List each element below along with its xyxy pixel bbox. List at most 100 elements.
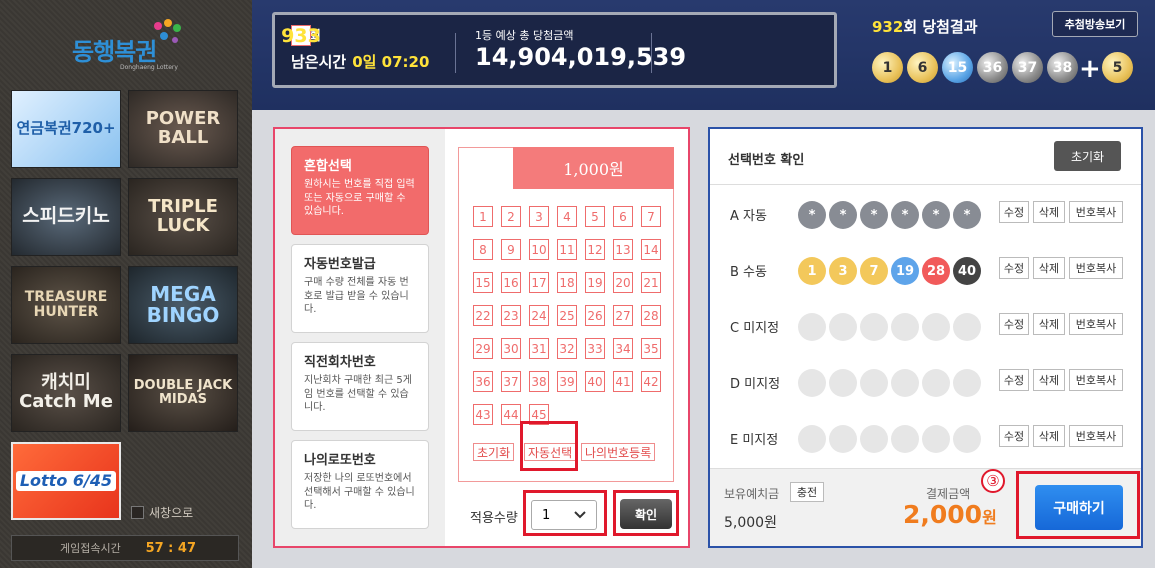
logo-subtext: Donghaeng Lottery [120,64,178,71]
grid-reset-button[interactable]: 초기화 [473,443,515,461]
copy-button[interactable]: 번호복사 [1069,257,1123,279]
number-cell[interactable]: 10 [529,239,549,260]
edit-button[interactable]: 수정 [999,257,1029,279]
number-cell[interactable]: 13 [613,239,633,260]
number-cell[interactable]: 25 [557,305,577,326]
selected-ball: 7 [860,257,888,285]
number-cell[interactable]: 23 [501,305,521,326]
number-cell[interactable]: 30 [501,338,521,359]
mode-desc: 구매 수량 전체를 자동 번호로 발급 받을 수 있습니다. [304,277,409,315]
game-doublejack[interactable]: DOUBLE JACK MIDAS [128,354,238,432]
number-cell[interactable]: 4 [557,206,577,227]
number-cell[interactable]: 19 [585,272,605,293]
number-cell[interactable]: 22 [473,305,493,326]
number-cell[interactable]: 36 [473,371,493,392]
number-cell[interactable]: 43 [473,404,493,425]
register-my-number-button[interactable]: 나의번호등록 [581,443,656,461]
number-cell[interactable]: 7 [641,206,661,227]
copy-button[interactable]: 번호복사 [1069,201,1123,223]
broadcast-button[interactable]: 추첨방송보기 [1052,11,1138,37]
number-cell[interactable]: 16 [501,272,521,293]
edit-button[interactable]: 수정 [999,369,1029,391]
buy-button[interactable]: 구매하기 [1035,485,1123,530]
result-ball: 37 [1012,52,1043,83]
number-cell[interactable]: 21 [641,272,661,293]
selected-ball [891,425,919,453]
delete-button[interactable]: 삭제 [1033,369,1065,391]
number-cell[interactable]: 20 [613,272,633,293]
number-cell[interactable]: 32 [557,338,577,359]
result-ball: 15 [942,52,973,83]
new-window-toggle[interactable]: 새창으로 [131,504,193,521]
step-marker: ③ [981,469,1005,493]
number-cell[interactable]: 40 [585,371,605,392]
site-logo[interactable]: 동행복권 Donghaeng Lottery [40,18,220,78]
number-cell[interactable]: 29 [473,338,493,359]
number-cell[interactable]: 31 [529,338,549,359]
session-value: 57 : 47 [145,540,196,556]
pay-amount: 2,000원 [903,500,997,529]
number-cell[interactable]: 18 [557,272,577,293]
session-timer: 게임접속시간 57 : 47 [11,535,239,561]
selected-ball [922,369,950,397]
number-cell[interactable]: 9 [501,239,521,260]
mode-mylotto[interactable]: 나의로또번호 저장한 나의 로또번호에서 선택해서 구매할 수 있습니다. [291,440,429,529]
number-cell[interactable]: 3 [529,206,549,227]
number-cell[interactable]: 14 [641,239,661,260]
number-cell[interactable]: 35 [641,338,661,359]
game-catchme[interactable]: 캐치미 Catch Me [11,354,121,432]
selection-row: D 미지정 수정 삭제 번호복사 [710,355,1141,411]
copy-button[interactable]: 번호복사 [1069,313,1123,335]
number-cell[interactable]: 8 [473,239,493,260]
number-cell[interactable]: 17 [529,272,549,293]
number-cell[interactable]: 39 [557,371,577,392]
number-cell[interactable]: 24 [529,305,549,326]
game-pension720[interactable]: 연금복권720+ [11,90,121,168]
number-cell[interactable]: 1 [473,206,493,227]
number-cell[interactable]: 15 [473,272,493,293]
number-cell[interactable]: 5 [585,206,605,227]
mode-mixed[interactable]: 혼합선택 원하시는 번호를 직접 입력 또는 자동으로 구매할 수 있습니다. [291,146,429,235]
result-round: 932 [872,18,904,36]
number-cell[interactable]: 34 [613,338,633,359]
mode-previous[interactable]: 직전회차번호 지난회차 구매한 최근 5게임 번호를 선택할 수 있습니다. [291,342,429,431]
game-megabingo[interactable]: MEGA BINGO [128,266,238,344]
mode-auto[interactable]: 자동번호발급 구매 수량 전체를 자동 번호로 발급 받을 수 있습니다. [291,244,429,333]
number-cell[interactable]: 41 [613,371,633,392]
number-cell[interactable]: 33 [585,338,605,359]
copy-button[interactable]: 번호복사 [1069,369,1123,391]
number-cell[interactable]: 37 [501,371,521,392]
checkbox[interactable] [131,506,144,519]
edit-button[interactable]: 수정 [999,201,1029,223]
copy-button[interactable]: 번호복사 [1069,425,1123,447]
delete-button[interactable]: 삭제 [1033,201,1065,223]
number-cell[interactable]: 26 [585,305,605,326]
number-cell[interactable]: 44 [501,404,521,425]
number-cell[interactable]: 28 [641,305,661,326]
edit-button[interactable]: 수정 [999,313,1029,335]
number-cell[interactable]: 6 [613,206,633,227]
reset-button[interactable]: 초기화 [1054,141,1121,171]
number-cell[interactable]: 2 [501,206,521,227]
pay-value: 2,000 [903,500,983,529]
game-tripleluck[interactable]: TRIPLE LUCK [128,178,238,256]
game-speedkeno[interactable]: 스피드키노 [11,178,121,256]
game-powerball[interactable]: POWER BALL [128,90,238,168]
edit-button[interactable]: 수정 [999,425,1029,447]
game-treasurehunter[interactable]: TREASURE HUNTER [11,266,121,344]
charge-button[interactable]: 충전 [790,482,824,502]
number-cell[interactable]: 12 [585,239,605,260]
number-cell[interactable]: 11 [557,239,577,260]
number-cell[interactable]: 42 [641,371,661,392]
number-cell[interactable]: 38 [529,371,549,392]
delete-button[interactable]: 삭제 [1033,257,1065,279]
number-cell[interactable]: 27 [613,305,633,326]
game-lotto645[interactable]: Lotto 6/45 [11,442,121,520]
bonus-ball: 5 [1102,52,1133,83]
delete-button[interactable]: 삭제 [1033,313,1065,335]
highlight-box [520,421,578,471]
delete-button[interactable]: 삭제 [1033,425,1065,447]
row-label: B 수동 [730,265,767,280]
mode-title: 나의로또번호 [304,453,376,468]
selected-ball [953,313,981,341]
